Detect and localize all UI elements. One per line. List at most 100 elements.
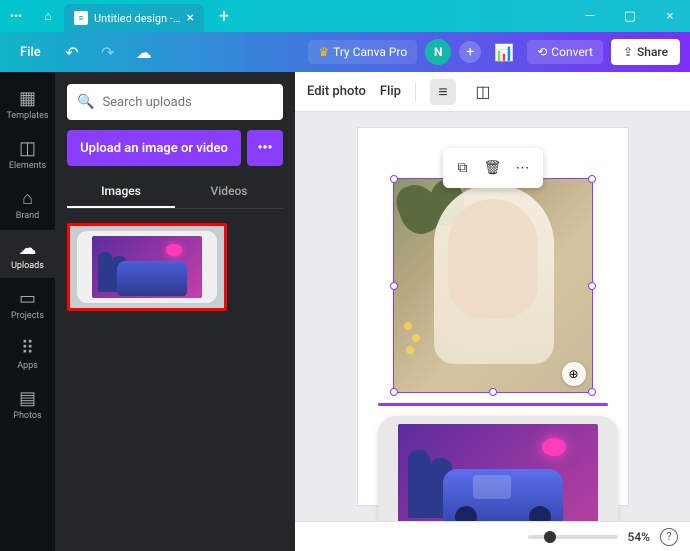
chart-icon: 📊 xyxy=(494,43,514,62)
elements-icon: ◫ xyxy=(19,138,36,159)
doc-icon: ≡ xyxy=(74,11,88,25)
share-label: Share xyxy=(637,45,668,59)
plus-icon: + xyxy=(219,6,229,27)
upload-thumbnail[interactable] xyxy=(67,223,227,311)
align-middle-button[interactable]: ≡ xyxy=(430,79,456,105)
rail-label: Photos xyxy=(13,411,41,421)
file-menu[interactable]: File xyxy=(10,40,51,65)
close-window-button[interactable]: × xyxy=(650,0,690,32)
dots-icon: ••• xyxy=(10,9,22,23)
phone-screen-art xyxy=(92,236,202,298)
panel-tab-videos[interactable]: Videos xyxy=(175,176,283,208)
new-tab-button[interactable]: + xyxy=(210,2,238,30)
window-controls: — ▢ × xyxy=(570,0,690,32)
rail-label: Apps xyxy=(17,361,38,371)
design-page[interactable]: ⧉ 🗑 ⋯ xyxy=(358,128,628,505)
templates-icon: ▦ xyxy=(19,88,36,109)
main-area: ▦Templates ◫ Elements ⌂ Brand ☁Uploads ▭ Projec… xyxy=(0,72,690,551)
canvas-viewport[interactable]: ⧉ 🗑 ⋯ xyxy=(295,112,690,521)
crown-icon: ♛ xyxy=(318,45,329,59)
context-toolbar: Edit photo Flip ≡ ◫ xyxy=(295,72,690,112)
selection-underline xyxy=(378,403,608,406)
edit-photo-button[interactable]: Edit photo xyxy=(307,84,366,99)
panel-tab-images[interactable]: Images xyxy=(67,176,175,208)
convert-icon: ⟲ xyxy=(537,45,547,59)
panel-tabs: ImagesVideos xyxy=(67,176,283,209)
share-icon: ⇪ xyxy=(623,45,633,59)
zoom-slider[interactable] xyxy=(528,535,618,539)
titlebar-left: ••• ⌂ ≡ Untitled design - D... × + xyxy=(0,0,238,32)
resize-handle-br[interactable] xyxy=(588,388,596,396)
share-button[interactable]: ⇪ Share xyxy=(611,39,680,65)
rail-item-uploads[interactable]: ☁Uploads xyxy=(0,230,55,278)
canvas-area: Edit photo Flip ≡ ◫ ⧉ 🗑 ⋯ xyxy=(295,72,690,551)
delete-button[interactable]: 🗑 xyxy=(479,154,507,182)
uploads-thumbnails xyxy=(67,219,283,311)
zoom-percent[interactable]: 54% xyxy=(628,530,650,544)
rail-label: Brand xyxy=(16,211,39,221)
position-button[interactable]: ◫ xyxy=(470,79,496,105)
resize-handle-bl[interactable] xyxy=(390,388,398,396)
rail-item-templates[interactable]: ▦Templates xyxy=(0,80,55,128)
convert-button[interactable]: ⟲Convert xyxy=(527,40,603,64)
rail-label: Projects xyxy=(11,311,44,321)
bottom-bar-right: 54% ? xyxy=(528,528,678,546)
resize-handle-tr[interactable] xyxy=(588,175,596,183)
rail-item-elements[interactable]: ◫ Elements xyxy=(0,130,55,178)
rail-item-apps[interactable]: ⠿Apps xyxy=(0,330,55,378)
app-menu-button[interactable]: ••• xyxy=(0,0,32,32)
rail-item-photos[interactable]: ▤ Photos xyxy=(0,380,55,428)
main-toolbar: File ↶ ↷ ☁ ♛Try Canva Pro N + 📊 ⟲Convert… xyxy=(0,32,690,72)
add-member-button[interactable]: + xyxy=(459,41,481,63)
uploads-panel: 🔍 Upload an image or video ••• ImagesVid… xyxy=(55,72,295,551)
resize-handle-ml[interactable] xyxy=(390,282,398,290)
tab-close-button[interactable]: × xyxy=(187,10,194,26)
side-rail: ▦Templates ◫ Elements ⌂ Brand ☁Uploads ▭ Projec… xyxy=(0,72,55,551)
selected-image[interactable]: ⊕ xyxy=(393,178,593,393)
close-icon: × xyxy=(667,9,674,24)
minimize-button[interactable]: — xyxy=(570,0,610,32)
resize-handle-tl[interactable] xyxy=(390,175,398,183)
analytics-button[interactable]: 📊 xyxy=(489,37,519,67)
brand-icon: ⌂ xyxy=(22,188,33,209)
rail-item-projects[interactable]: ▭ Projects xyxy=(0,280,55,328)
redo-icon: ↷ xyxy=(101,43,114,62)
home-icon: ⌂ xyxy=(44,9,51,23)
undo-button[interactable]: ↶ xyxy=(57,37,87,67)
tab-title: Untitled design - D... xyxy=(94,12,181,25)
divider xyxy=(415,82,416,102)
user-avatar[interactable]: N xyxy=(425,39,451,65)
search-input[interactable] xyxy=(102,95,273,110)
phone-screen-art xyxy=(398,424,598,521)
upload-row: Upload an image or video ••• xyxy=(67,130,283,166)
rail-label: Uploads xyxy=(11,261,44,271)
phone-mockup-element[interactable] xyxy=(378,416,618,521)
bottom-bar: 54% ? xyxy=(295,521,690,551)
resize-handle-mr[interactable] xyxy=(588,282,596,290)
home-button[interactable]: ⌂ xyxy=(32,0,64,32)
search-icon: 🔍 xyxy=(77,94,94,110)
document-tab[interactable]: ≡ Untitled design - D... × xyxy=(64,4,204,32)
resize-handle-bm[interactable] xyxy=(489,388,497,396)
help-button[interactable]: ? xyxy=(660,528,678,546)
maximize-button[interactable]: ▢ xyxy=(610,0,650,32)
rail-label: Elements xyxy=(9,161,46,171)
floating-toolbar: ⧉ 🗑 ⋯ xyxy=(443,148,543,188)
position-icon: ◫ xyxy=(475,82,490,101)
cloud-sync-button[interactable]: ☁ xyxy=(129,37,159,67)
search-wrap: 🔍 xyxy=(67,84,283,120)
toolbar-right: ♛Try Canva Pro N + 📊 ⟲Convert ⇪ Share xyxy=(308,37,680,67)
try-pro-button[interactable]: ♛Try Canva Pro xyxy=(308,40,417,64)
flip-button[interactable]: Flip xyxy=(380,84,401,99)
redo-button[interactable]: ↷ xyxy=(93,37,123,67)
undo-icon: ↶ xyxy=(65,43,78,62)
upload-button[interactable]: Upload an image or video xyxy=(67,130,241,166)
more-options-button[interactable]: ⋯ xyxy=(509,154,537,182)
photos-icon: ▤ xyxy=(19,388,36,409)
projects-icon: ▭ xyxy=(19,288,36,309)
image-zoom-button[interactable]: ⊕ xyxy=(562,362,586,386)
upload-more-button[interactable]: ••• xyxy=(247,130,283,166)
rail-item-brand[interactable]: ⌂ Brand xyxy=(0,180,55,228)
duplicate-button[interactable]: ⧉ xyxy=(449,154,477,182)
zoom-slider-thumb[interactable] xyxy=(544,531,556,543)
